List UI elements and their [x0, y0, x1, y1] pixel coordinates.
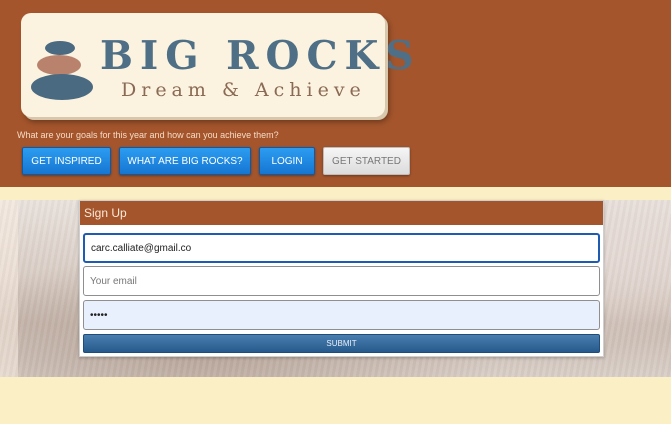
get-inspired-button[interactable]: GET INSPIRED: [22, 147, 111, 175]
username-field[interactable]: [83, 233, 600, 263]
submit-button[interactable]: SUBMIT: [83, 334, 600, 353]
signup-heading: Sign Up: [80, 201, 603, 225]
get-started-button[interactable]: GET STARTED: [323, 147, 410, 175]
logo[interactable]: BIG ROCKS Dream & Achieve: [21, 13, 421, 117]
what-are-big-rocks-button[interactable]: WHAT ARE BIG ROCKS?: [119, 147, 251, 175]
logo-title: BIG ROCKS: [100, 33, 421, 79]
email-field[interactable]: [83, 266, 600, 296]
password-field[interactable]: [83, 300, 600, 330]
signup-panel: Sign Up SUBMIT: [79, 200, 604, 357]
logo-subtitle: Dream & Achieve: [121, 79, 366, 101]
site-header: BIG ROCKS Dream & Achieve What are your …: [0, 0, 671, 187]
tagline: What are your goals for this year and ho…: [17, 130, 279, 140]
login-button[interactable]: LOGIN: [259, 147, 315, 175]
stacked-stones-icon: [31, 41, 93, 100]
